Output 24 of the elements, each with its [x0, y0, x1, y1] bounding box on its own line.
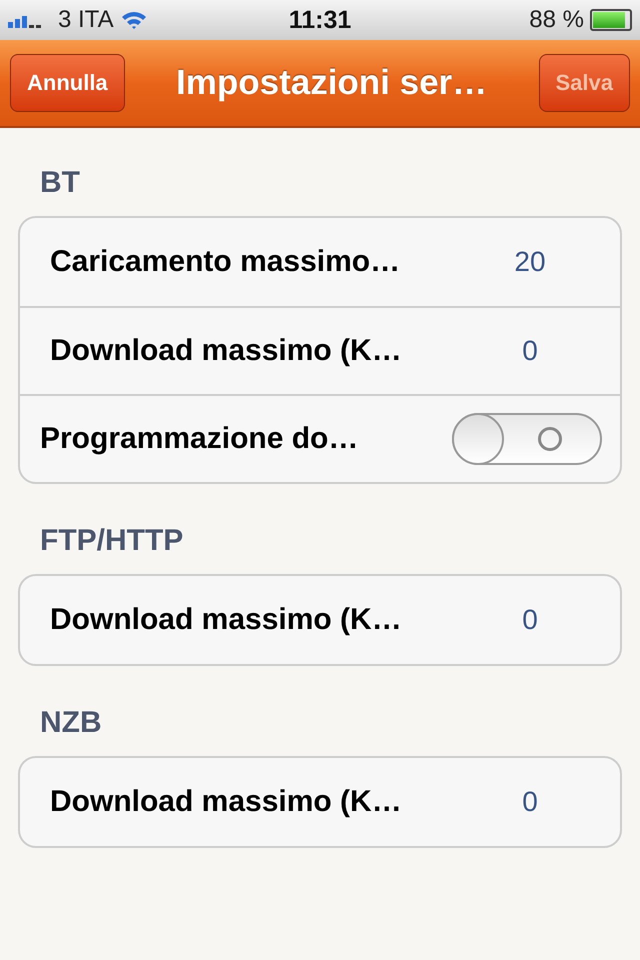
cancel-button[interactable]: Annulla — [10, 54, 125, 112]
clock-time: 11:31 — [288, 6, 352, 34]
settings-row[interactable]: Download massimo (K… 0 — [20, 758, 620, 846]
row-label: Programmazione do… — [40, 422, 358, 456]
row-label: Download massimo (K… — [50, 603, 402, 637]
settings-row[interactable]: Caricamento massimo… 20 — [20, 218, 620, 306]
section-header: FTP/HTTP — [39, 524, 184, 558]
battery-percent: 88 % — [529, 6, 584, 34]
carrier-name: 3 ITA — [58, 6, 114, 34]
navigation-title: Impostazioni ser… — [176, 63, 488, 103]
section-header: NZB — [39, 706, 103, 740]
settings-row[interactable]: Download massimo (K… 0 — [20, 576, 620, 664]
section-header: BT — [39, 166, 81, 200]
row-value: 0 — [521, 604, 539, 636]
row-label: Download massimo (K… — [50, 334, 402, 368]
row-label: Download massimo (K… — [50, 785, 402, 819]
row-value: 0 — [521, 335, 539, 367]
toggle-switch[interactable] — [452, 413, 602, 465]
wifi-icon — [120, 10, 148, 30]
row-value: 0 — [521, 786, 539, 818]
row-value: 20 — [513, 246, 547, 278]
battery-icon — [590, 9, 632, 31]
row-label: Caricamento massimo… — [50, 245, 400, 279]
settings-row[interactable]: Download massimo (K… 0 — [20, 306, 620, 394]
